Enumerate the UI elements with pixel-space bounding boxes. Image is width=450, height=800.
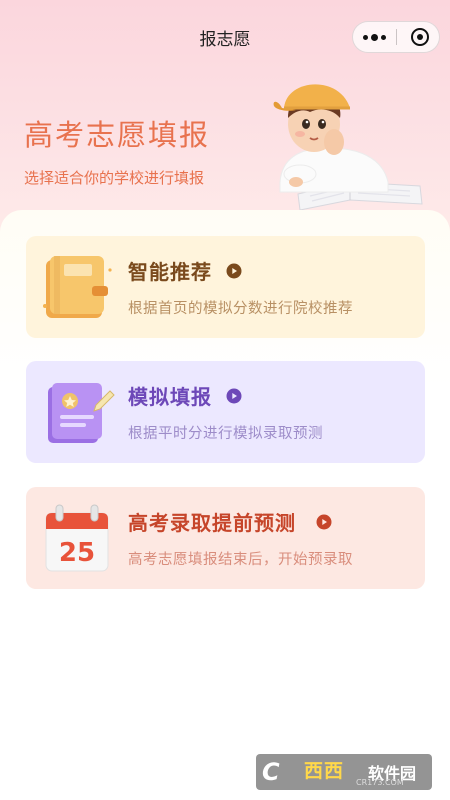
miniapp-capsule (352, 21, 440, 53)
play-icon (226, 388, 242, 404)
watermark-name: 西西 (304, 760, 345, 782)
play-icon (316, 514, 332, 530)
mock-fill-card[interactable]: 模拟填报 根据平时分进行模拟录取预测 (26, 361, 425, 463)
certificate-pen-icon (48, 383, 115, 443)
card-title: 高考录取提前预测 (128, 511, 296, 535)
calendar-day-label: 25 (59, 538, 95, 568)
nav-bar: 报志愿 (0, 0, 450, 70)
close-miniapp-icon[interactable] (411, 28, 429, 46)
card-description: 根据平时分进行模拟录取预测 (128, 426, 323, 442)
admission-prediction-card[interactable]: 25 高考录取提前预测 高考志愿填报结束后，开始预录取 (26, 487, 425, 589)
hero-subtitle: 选择适合你的学校进行填报 (24, 169, 205, 187)
calendar-icon: 25 (45, 504, 109, 572)
more-icon[interactable] (353, 22, 396, 52)
notebook-icon (43, 256, 112, 318)
card-description: 根据首页的模拟分数进行院校推荐 (128, 301, 353, 317)
card-description: 高考志愿填报结束后，开始预录取 (128, 552, 353, 568)
card-title: 模拟填报 (128, 385, 212, 409)
site-watermark: C 西西 软件园 CR173.COM (256, 754, 432, 790)
smart-recommend-card[interactable]: 智能推荐 根据首页的模拟分数进行院校推荐 (26, 236, 425, 338)
play-icon (226, 263, 242, 279)
watermark-logo: C (262, 758, 280, 786)
card-title: 智能推荐 (128, 260, 212, 284)
student-reading-illustration (273, 84, 423, 211)
hero-title: 高考志愿填报 (24, 118, 211, 152)
capsule-divider (396, 29, 397, 45)
watermark-url: CR173.COM (356, 778, 404, 787)
